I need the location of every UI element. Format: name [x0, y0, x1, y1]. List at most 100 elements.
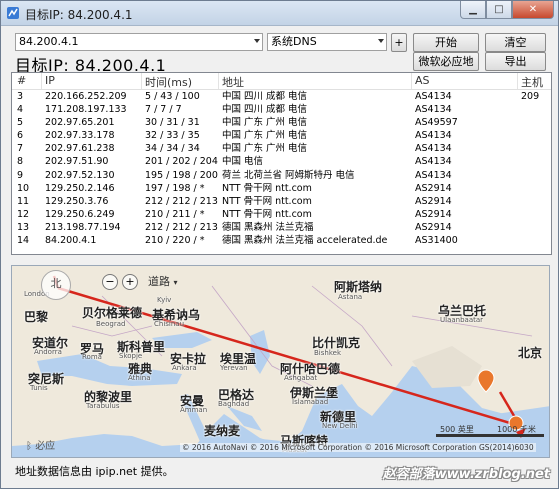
table-row[interactable]: 6 202.97.33.178 32 / 33 / 35 中国 广东 广州 电信 AS4…	[12, 129, 551, 142]
watermark: 赵容部落www.zrblog.net	[382, 467, 550, 482]
bing-icon: ᛒ	[26, 441, 32, 452]
table-cell: 202.97.33.178	[45, 130, 115, 142]
map-place-label: Kyiv	[157, 296, 172, 304]
map-place-label: 北京	[518, 346, 543, 360]
map-view[interactable]: London 阿斯塔纳 Astana 乌兰巴托 Ulaanbaatar 巴黎 贝尔格莱德 Be…	[11, 265, 550, 458]
table-cell: 209	[521, 91, 540, 102]
table-cell: AS2914	[415, 195, 452, 207]
table-cell: 202.97.61.238	[45, 143, 115, 155]
table-row[interactable]: 12 129.250.6.249 210 / 211 / * NTT 骨干网 ntt.…	[12, 208, 551, 221]
table-cell: 中国 广东 广州 电信	[222, 143, 308, 155]
table-cell: 129.250.6.249	[45, 208, 115, 220]
table-body: 3 220.166.252.209 5 / 43 / 100 中国 四川 成都 电信 A…	[12, 90, 551, 247]
map-place-label: 贝尔格莱德	[82, 306, 143, 320]
map-place-label: Islamabad	[292, 398, 329, 406]
table-row[interactable]: 9 202.97.52.130 195 / 198 / 200 荷兰 北荷兰省 阿姆斯…	[12, 169, 551, 182]
table-cell: 11	[17, 195, 30, 207]
table-cell: 202.97.52.130	[45, 169, 115, 181]
start-button[interactable]: 开始	[413, 33, 479, 52]
dns-select[interactable]: 系统DNS	[267, 33, 387, 51]
column-header[interactable]: AS	[415, 74, 430, 87]
table-cell: 84.200.4.1	[45, 235, 97, 247]
table-row[interactable]: 5 202.97.65.201 30 / 31 / 31 中国 广东 广州 电信 AS4…	[12, 116, 551, 129]
compass-button[interactable]: 北	[41, 270, 71, 300]
map-place-label: Tunis	[30, 384, 48, 392]
column-header[interactable]: 时间(ms)	[145, 74, 192, 90]
table-row[interactable]: 3 220.166.252.209 5 / 43 / 100 中国 四川 成都 电信 A…	[12, 90, 551, 103]
close-button[interactable]: ✕	[512, 1, 554, 19]
map-place-label: Skopje	[119, 352, 143, 360]
column-divider[interactable]	[411, 73, 412, 89]
table-cell: 7	[17, 143, 24, 155]
main-window: 目标IP: 84.200.4.1 ▁ □ ✕ 84.200.4.1 系统DNS …	[0, 0, 559, 489]
table-cell: 210 / 211 / *	[145, 208, 205, 220]
column-divider[interactable]	[141, 73, 142, 89]
table-cell: 6	[17, 130, 24, 142]
zoom-in-button[interactable]: +	[122, 274, 138, 290]
zoom-out-button[interactable]: −	[102, 274, 118, 290]
table-row[interactable]: 8 202.97.51.90 201 / 202 / 204 中国 电信 AS4134	[12, 155, 551, 168]
table-cell: 13	[17, 221, 30, 233]
map-style-dropdown[interactable]: 道路 ▾	[148, 273, 178, 289]
table-cell: 32 / 33 / 35	[145, 130, 200, 142]
table-cell: AS2914	[415, 221, 452, 233]
bing-map-button[interactable]: 微软必应地图	[413, 52, 479, 85]
column-header[interactable]: #	[17, 74, 26, 87]
table-row[interactable]: 4 171.208.197.133 7 / 7 / 7 中国 四川 成都 电信 AS41…	[12, 103, 551, 116]
ip-input[interactable]: 84.200.4.1	[15, 33, 263, 51]
map-copyright: © 2016 AutoNavi © 2016 Microsoft Corpora…	[180, 443, 536, 452]
table-cell: AS2914	[415, 182, 452, 194]
column-divider[interactable]	[218, 73, 219, 89]
map-place-label: 麦纳麦	[204, 424, 241, 438]
table-cell: 中国 电信	[222, 156, 264, 168]
table-cell: AS4134	[415, 169, 452, 181]
add-dns-button[interactable]: +	[391, 33, 407, 52]
column-header[interactable]: 主机	[521, 74, 543, 90]
traceroute-table: # IP 时间(ms) 地址 AS 主机 3 220.166.252.209 5 / 43 /…	[11, 72, 552, 255]
dns-select-value: 系统DNS	[271, 35, 317, 48]
column-divider[interactable]	[41, 73, 42, 89]
maximize-icon: □	[494, 4, 504, 15]
table-cell: AS4134	[415, 104, 452, 116]
table-cell: 201 / 202 / 204	[145, 156, 218, 168]
map-place-label: Bishkek	[314, 349, 341, 357]
table-cell: 220.166.252.209	[45, 91, 127, 102]
column-divider[interactable]	[517, 73, 518, 89]
table-cell: 荷兰 北荷兰省 阿姆斯特丹 电信	[222, 169, 355, 181]
column-header[interactable]: IP	[45, 74, 55, 87]
footer-credit: 地址数据信息由 ipip.net 提供。	[15, 465, 174, 478]
table-cell: 7 / 7 / 7	[145, 104, 182, 116]
table-cell: AS2914	[415, 208, 452, 220]
table-row[interactable]: 10 129.250.2.146 197 / 198 / * NTT 骨干网 ntt.…	[12, 182, 551, 195]
table-cell: 34 / 34 / 34	[145, 143, 200, 155]
minimize-button[interactable]: ▁	[460, 1, 486, 19]
road-label: 道路	[148, 275, 170, 288]
map-place-label: 巴黎	[24, 310, 49, 324]
maximize-button[interactable]: □	[486, 1, 512, 19]
app-icon	[7, 7, 19, 19]
map-place-label: Yerevan	[220, 364, 248, 372]
column-header[interactable]: 地址	[222, 74, 244, 90]
table-row[interactable]: 13 213.198.77.194 212 / 212 / 213 德国 黑森州 法兰…	[12, 221, 551, 234]
map-place-label: Amman	[180, 406, 208, 414]
minus-icon: −	[105, 275, 115, 288]
table-cell: 中国 四川 成都 电信	[222, 104, 308, 116]
table-row[interactable]: 14 84.200.4.1 210 / 220 / * 德国 黑森州 法兰克福 acc…	[12, 234, 551, 247]
map-place-label: Andorra	[34, 348, 62, 356]
table-row[interactable]: 7 202.97.61.238 34 / 34 / 34 中国 广东 广州 电信 AS4…	[12, 142, 551, 155]
table-cell: 5	[17, 117, 24, 129]
table-cell: AS49597	[415, 117, 458, 129]
table-cell: NTT 骨干网 ntt.com	[222, 195, 312, 207]
clear-button[interactable]: 清空	[485, 33, 546, 52]
table-cell: 3	[17, 91, 24, 102]
table-cell: 10	[17, 182, 30, 194]
map-place-label: Athina	[128, 374, 151, 382]
table-row[interactable]: 11 129.250.3.76 212 / 212 / 213 NTT 骨干网 ntt…	[12, 195, 551, 208]
close-icon: ✕	[528, 4, 538, 15]
ip-input-value: 84.200.4.1	[19, 35, 79, 48]
table-cell: 中国 广东 广州 电信	[222, 130, 308, 142]
table-cell: 212 / 212 / 213	[145, 221, 218, 233]
table-cell: 197 / 198 / *	[145, 182, 205, 194]
chevron-down-icon	[378, 39, 384, 43]
export-button[interactable]: 导出	[485, 52, 546, 71]
